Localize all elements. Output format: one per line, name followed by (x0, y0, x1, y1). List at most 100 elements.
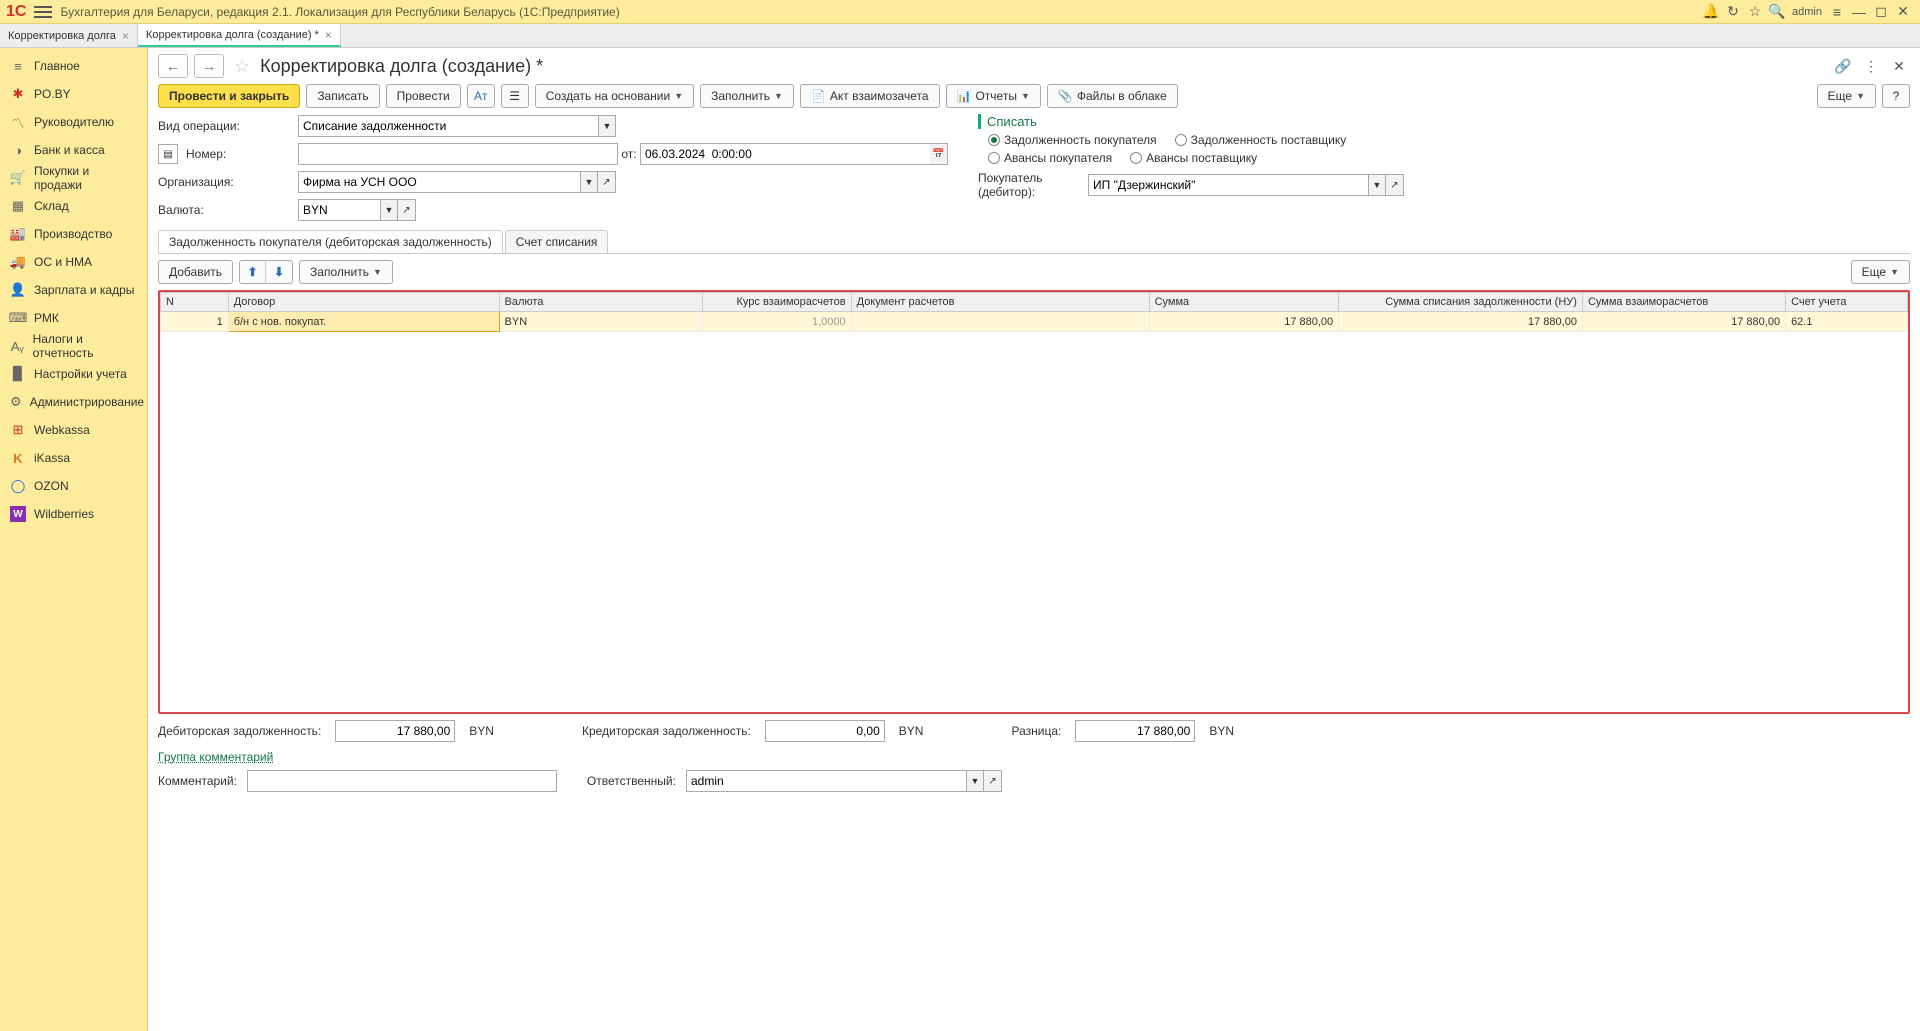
sidebar-item-ikassa[interactable]: KiKassa (0, 444, 147, 472)
col-rate[interactable]: Курс взаиморасчетов (702, 293, 851, 312)
table-empty-space[interactable] (160, 332, 1908, 712)
col-sum[interactable]: Сумма (1149, 293, 1339, 312)
act-button[interactable]: 📄 Акт взаимозачета (800, 84, 940, 108)
post-and-close-button[interactable]: Провести и закрыть (158, 84, 300, 108)
col-currency[interactable]: Валюта (499, 293, 702, 312)
deb-value[interactable] (335, 720, 455, 742)
responsible-field[interactable] (686, 770, 966, 792)
struct-button[interactable]: ☰ (501, 84, 529, 108)
help-button[interactable]: ? (1882, 84, 1910, 108)
settings-icon[interactable]: ≡ (1826, 1, 1848, 23)
date-field[interactable] (640, 143, 930, 165)
reports-button[interactable]: 📊 Отчеты▼ (946, 84, 1041, 108)
files-button[interactable]: 📎 Файлы в облаке (1047, 84, 1178, 108)
more-table-button[interactable]: Еще▼ (1851, 260, 1910, 284)
tab-account[interactable]: Счет списания (505, 230, 609, 253)
chevron-down-icon[interactable]: ▼ (966, 770, 984, 792)
sidebar-item-wb[interactable]: WWildberries (0, 500, 147, 528)
sidebar-item-poby[interactable]: ✱PO.BY (0, 80, 147, 108)
cell-currency[interactable]: BYN (499, 312, 702, 332)
comment-field[interactable] (247, 770, 557, 792)
tab-doc-1[interactable]: Корректировка долга × (0, 24, 138, 47)
org-field[interactable] (298, 171, 580, 193)
sidebar-item-salary[interactable]: 👤Зарплата и кадры (0, 276, 147, 304)
save-button[interactable]: Записать (306, 84, 379, 108)
col-settle[interactable]: Сумма взаиморасчетов (1582, 293, 1785, 312)
diff-value[interactable] (1075, 720, 1195, 742)
minimize-icon[interactable]: ― (1848, 1, 1870, 23)
close-app-icon[interactable]: ✕ (1892, 1, 1914, 23)
cell-sum[interactable]: 17 880,00 (1149, 312, 1339, 332)
chevron-down-icon[interactable]: ▼ (1368, 174, 1386, 196)
fill-button[interactable]: Заполнить▼ (700, 84, 794, 108)
close-doc-icon[interactable]: ✕ (1888, 55, 1910, 77)
add-row-button[interactable]: Добавить (158, 260, 233, 284)
sidebar-item-webkassa[interactable]: ⊞Webkassa (0, 416, 147, 444)
favorite-icon[interactable]: ☆ (234, 56, 250, 77)
open-icon[interactable]: ↗ (1386, 174, 1404, 196)
col-account[interactable]: Счет учета (1786, 293, 1908, 312)
create-based-button[interactable]: Создать на основании▼ (535, 84, 694, 108)
col-wosum[interactable]: Сумма списания задолженности (НУ) (1339, 293, 1583, 312)
sidebar-item-stock[interactable]: ▦Склад (0, 192, 147, 220)
cred-value[interactable] (765, 720, 885, 742)
sidebar-item-settings[interactable]: ▉Настройки учета (0, 360, 147, 388)
dtKt-button[interactable]: Aᴛ (467, 84, 495, 108)
sidebar-item-production[interactable]: 🏭Производство (0, 220, 147, 248)
sidebar-item-os[interactable]: 🚚ОС и НМА (0, 248, 147, 276)
numbering-button[interactable]: ▤ (158, 144, 178, 164)
cell-wosum[interactable]: 17 880,00 (1339, 312, 1583, 332)
sidebar-item-main[interactable]: ≡Главное (0, 52, 147, 80)
sidebar-item-bank[interactable]: ◑Банк и касса (0, 136, 147, 164)
calendar-icon[interactable]: 📅 (930, 143, 948, 165)
col-contract[interactable]: Договор (228, 293, 499, 312)
user-label[interactable]: admin (1788, 6, 1826, 18)
radio-debt-customer[interactable]: Задолженность покупателя (988, 133, 1157, 147)
bell-icon[interactable]: 🔔 (1700, 1, 1722, 23)
col-n[interactable]: N (161, 293, 229, 312)
sidebar-item-rmk[interactable]: ⌨РМК (0, 304, 147, 332)
close-icon[interactable]: × (325, 28, 332, 42)
history-icon[interactable]: ↻ (1722, 1, 1744, 23)
sidebar-item-ozon[interactable]: ◯OZON (0, 472, 147, 500)
search-icon[interactable]: 🔍 (1766, 1, 1788, 23)
cell-settle[interactable]: 17 880,00 (1582, 312, 1785, 332)
main-menu-burger[interactable] (34, 6, 52, 18)
chevron-down-icon[interactable]: ▼ (598, 115, 616, 137)
radio-debt-supplier[interactable]: Задолженность поставщику (1175, 133, 1347, 147)
cell-account[interactable]: 62.1 (1786, 312, 1908, 332)
cell-n[interactable]: 1 (161, 312, 229, 332)
radio-advance-supplier[interactable]: Авансы поставщику (1130, 151, 1257, 165)
cell-contract[interactable]: б/н с нов. покупат. (228, 312, 499, 332)
buyer-field[interactable] (1088, 174, 1368, 196)
chevron-down-icon[interactable]: ▼ (580, 171, 598, 193)
link-icon[interactable]: 🔗 (1832, 55, 1854, 77)
more-button[interactable]: Еще▼ (1817, 84, 1876, 108)
star-icon[interactable]: ☆ (1744, 1, 1766, 23)
chevron-down-icon[interactable]: ▼ (380, 199, 398, 221)
tab-doc-2[interactable]: Корректировка долга (создание) * × (138, 24, 341, 47)
sidebar-item-tax[interactable]: AᵧНалоги и отчетность (0, 332, 147, 360)
sidebar-item-manager[interactable]: 〽Руководителю (0, 108, 147, 136)
operation-select[interactable] (298, 115, 598, 137)
maximize-icon[interactable]: ◻ (1870, 1, 1892, 23)
table-row[interactable]: 1 б/н с нов. покупат. BYN 1,0000 17 880,… (161, 312, 1908, 332)
nav-forward-button[interactable]: → (194, 54, 224, 78)
radio-advance-customer[interactable]: Авансы покупателя (988, 151, 1112, 165)
more-icon[interactable]: ⋮ (1860, 55, 1882, 77)
open-icon[interactable]: ↗ (598, 171, 616, 193)
sidebar-item-admin[interactable]: ⚙Администрирование (0, 388, 147, 416)
open-icon[interactable]: ↗ (984, 770, 1002, 792)
close-icon[interactable]: × (122, 29, 129, 43)
sidebar-item-sales[interactable]: 🛒Покупки и продажи (0, 164, 147, 192)
nav-back-button[interactable]: ← (158, 54, 188, 78)
currency-field[interactable] (298, 199, 380, 221)
number-field[interactable] (298, 143, 618, 165)
open-icon[interactable]: ↗ (398, 199, 416, 221)
comment-group-link[interactable]: Группа комментарий (148, 748, 1920, 766)
post-button[interactable]: Провести (386, 84, 461, 108)
move-up-button[interactable]: ⬆ (240, 261, 266, 283)
cell-rate[interactable]: 1,0000 (702, 312, 851, 332)
tab-debt[interactable]: Задолженность покупателя (дебиторская за… (158, 230, 503, 253)
col-doc[interactable]: Документ расчетов (851, 293, 1149, 312)
